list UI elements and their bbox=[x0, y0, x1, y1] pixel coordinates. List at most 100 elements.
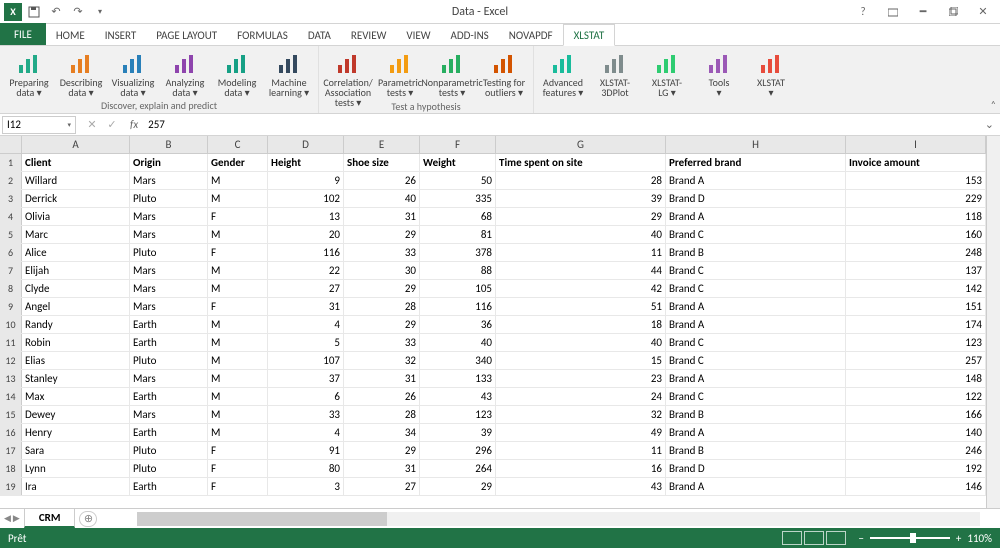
cell[interactable]: 39 bbox=[420, 424, 496, 441]
cell[interactable]: Dewey bbox=[22, 406, 130, 423]
cell[interactable]: 340 bbox=[420, 352, 496, 369]
cell[interactable]: 29 bbox=[420, 478, 496, 495]
cell[interactable]: Earth bbox=[130, 316, 208, 333]
col-header[interactable]: H bbox=[666, 136, 846, 153]
cell[interactable]: 378 bbox=[420, 244, 496, 261]
cell[interactable]: 22 bbox=[268, 262, 344, 279]
cell[interactable]: 192 bbox=[846, 460, 986, 477]
cell[interactable]: 32 bbox=[496, 406, 666, 423]
cell[interactable]: 123 bbox=[420, 406, 496, 423]
tab-novapdf[interactable]: novaPDF bbox=[499, 25, 563, 45]
cell[interactable]: 32 bbox=[344, 352, 420, 369]
cell[interactable]: 335 bbox=[420, 190, 496, 207]
col-header[interactable]: B bbox=[130, 136, 208, 153]
cell[interactable]: M bbox=[208, 190, 268, 207]
row-header[interactable]: 1 bbox=[0, 154, 22, 171]
cell[interactable]: Earth bbox=[130, 424, 208, 441]
col-header[interactable]: C bbox=[208, 136, 268, 153]
tab-file[interactable]: FILE bbox=[0, 23, 46, 45]
cell[interactable]: 118 bbox=[846, 208, 986, 225]
cell[interactable]: Olivia bbox=[22, 208, 130, 225]
cell[interactable]: Invoice amount bbox=[846, 154, 986, 171]
row-header[interactable]: 9 bbox=[0, 298, 22, 315]
cell[interactable]: 140 bbox=[846, 424, 986, 441]
cell[interactable]: 18 bbox=[496, 316, 666, 333]
cell[interactable]: 31 bbox=[344, 460, 420, 477]
cell[interactable]: 4 bbox=[268, 424, 344, 441]
undo-icon[interactable]: ↶ bbox=[46, 2, 66, 22]
row-header[interactable]: 15 bbox=[0, 406, 22, 423]
cancel-edit-icon[interactable]: ✕ bbox=[84, 118, 100, 131]
sheet-tab-crm[interactable]: CRM bbox=[24, 509, 76, 528]
cell[interactable]: 40 bbox=[496, 226, 666, 243]
cell[interactable]: Elias bbox=[22, 352, 130, 369]
cell[interactable]: Henry bbox=[22, 424, 130, 441]
cell[interactable]: 29 bbox=[496, 208, 666, 225]
cell[interactable]: 3 bbox=[268, 478, 344, 495]
row-header[interactable]: 19 bbox=[0, 478, 22, 495]
tab-insert[interactable]: INSERT bbox=[95, 25, 147, 45]
cell[interactable]: 229 bbox=[846, 190, 986, 207]
tab-add-ins[interactable]: ADD-INS bbox=[441, 25, 499, 45]
page-layout-view-icon[interactable] bbox=[804, 531, 824, 545]
cell[interactable]: 29 bbox=[344, 316, 420, 333]
cell[interactable]: 40 bbox=[496, 334, 666, 351]
row-header[interactable]: 8 bbox=[0, 280, 22, 297]
tool-button[interactable]: Tools▾ bbox=[696, 50, 742, 98]
ribbon-display-icon[interactable] bbox=[880, 2, 906, 22]
row-header[interactable]: 14 bbox=[0, 388, 22, 405]
cell[interactable]: Willard bbox=[22, 172, 130, 189]
help-icon[interactable]: ? bbox=[850, 2, 876, 22]
cell[interactable]: 137 bbox=[846, 262, 986, 279]
cell[interactable]: 37 bbox=[268, 370, 344, 387]
cell[interactable]: Brand C bbox=[666, 280, 846, 297]
cell[interactable]: 151 bbox=[846, 298, 986, 315]
cell[interactable]: 34 bbox=[344, 424, 420, 441]
cell[interactable]: 148 bbox=[846, 370, 986, 387]
test-button[interactable]: Correlation/Association tests ▾ bbox=[325, 50, 371, 108]
cell[interactable]: M bbox=[208, 334, 268, 351]
cell[interactable]: 29 bbox=[344, 442, 420, 459]
cell[interactable]: 28 bbox=[496, 172, 666, 189]
collapse-ribbon-icon[interactable]: ˄ bbox=[991, 98, 996, 111]
sheet-next-icon[interactable]: ▶ bbox=[13, 513, 20, 524]
cell[interactable]: 80 bbox=[268, 460, 344, 477]
cell[interactable]: Pluto bbox=[130, 442, 208, 459]
fx-icon[interactable]: fx bbox=[126, 118, 142, 131]
cell[interactable]: 68 bbox=[420, 208, 496, 225]
cell[interactable]: 91 bbox=[268, 442, 344, 459]
zoom-level[interactable]: 110% bbox=[967, 532, 992, 545]
cell[interactable]: Marc bbox=[22, 226, 130, 243]
cell[interactable]: F bbox=[208, 460, 268, 477]
add-sheet-icon[interactable]: ⊕ bbox=[79, 511, 97, 527]
row-header[interactable]: 13 bbox=[0, 370, 22, 387]
cell[interactable]: 29 bbox=[344, 280, 420, 297]
tool-button[interactable]: Advancedfeatures ▾ bbox=[540, 50, 586, 98]
cell[interactable]: M bbox=[208, 352, 268, 369]
cell[interactable]: 33 bbox=[344, 244, 420, 261]
row-header[interactable]: 12 bbox=[0, 352, 22, 369]
select-all-corner[interactable] bbox=[0, 136, 22, 153]
cell[interactable]: 133 bbox=[420, 370, 496, 387]
cell[interactable]: Brand A bbox=[666, 370, 846, 387]
cell[interactable]: 257 bbox=[846, 352, 986, 369]
horizontal-scrollbar[interactable] bbox=[137, 512, 980, 526]
cell[interactable]: 43 bbox=[496, 478, 666, 495]
cell[interactable]: Mars bbox=[130, 172, 208, 189]
cell[interactable]: Preferred brand bbox=[666, 154, 846, 171]
cell[interactable]: M bbox=[208, 172, 268, 189]
cell[interactable]: Brand D bbox=[666, 460, 846, 477]
col-header[interactable]: I bbox=[846, 136, 986, 153]
cell[interactable]: 5 bbox=[268, 334, 344, 351]
cell[interactable]: Brand C bbox=[666, 262, 846, 279]
cell[interactable]: 24 bbox=[496, 388, 666, 405]
cell[interactable]: Earth bbox=[130, 334, 208, 351]
cell[interactable]: Height bbox=[268, 154, 344, 171]
cell[interactable]: 30 bbox=[344, 262, 420, 279]
cell[interactable]: Brand A bbox=[666, 424, 846, 441]
cell[interactable]: 50 bbox=[420, 172, 496, 189]
formula-input[interactable] bbox=[142, 118, 979, 131]
cell[interactable]: F bbox=[208, 442, 268, 459]
cell[interactable]: Brand C bbox=[666, 226, 846, 243]
preparing-button[interactable]: Machinelearning ▾ bbox=[266, 50, 312, 98]
